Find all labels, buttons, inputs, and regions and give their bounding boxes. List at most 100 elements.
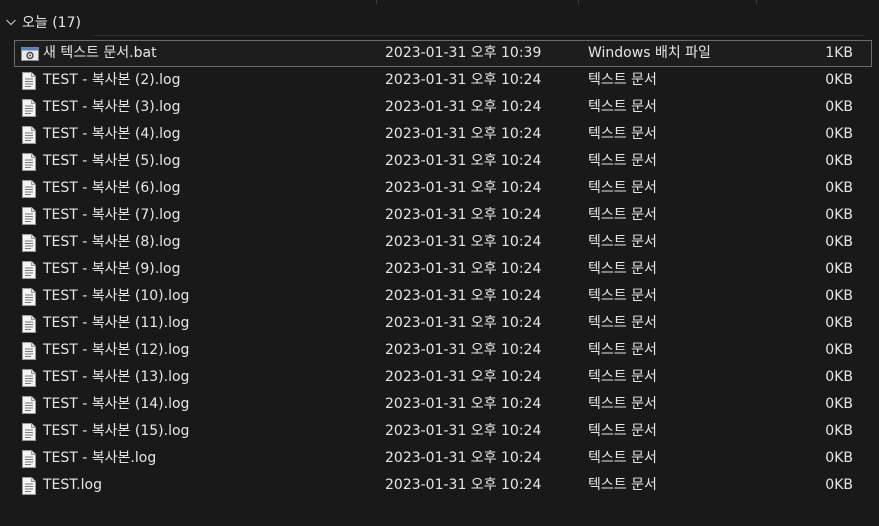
text-file-icon [21, 207, 37, 225]
file-type: 텍스트 문서 [588, 423, 657, 439]
file-name: TEST - 복사본 (7).log [43, 207, 181, 223]
file-size: 0KB [825, 396, 853, 412]
file-modified-date: 2023-01-31 오후 10:24 [385, 315, 542, 331]
file-size: 0KB [825, 477, 853, 493]
text-file-icon [21, 126, 37, 144]
file-type: Windows 배치 파일 [588, 45, 711, 61]
text-file-icon [21, 72, 37, 90]
file-modified-date: 2023-01-31 오후 10:24 [385, 72, 542, 88]
file-row[interactable]: TEST - 복사본 (7).log 2023-01-31 오후 10:24 텍스트… [14, 202, 872, 229]
file-size: 0KB [825, 234, 853, 250]
file-row[interactable]: TEST - 복사본 (3).log 2023-01-31 오후 10:24 텍스트… [14, 94, 872, 121]
group-title: 오늘 (17) [22, 15, 81, 31]
file-row[interactable]: 새 텍스트 문서.bat 2023-01-31 오후 10:39 Windows 배… [14, 40, 872, 67]
column-separator[interactable] [376, 0, 377, 4]
file-size: 0KB [825, 126, 853, 142]
file-type: 텍스트 문서 [588, 261, 657, 277]
text-file-icon [21, 423, 37, 441]
file-type: 텍스트 문서 [588, 207, 657, 223]
file-row[interactable]: TEST - 복사본 (12).log 2023-01-31 오후 10:24 텍스… [14, 337, 872, 364]
text-file-icon [21, 234, 37, 252]
file-name: TEST - 복사본 (8).log [43, 234, 181, 250]
file-name: TEST - 복사본 (9).log [43, 261, 181, 277]
file-modified-date: 2023-01-31 오후 10:24 [385, 207, 542, 223]
file-type: 텍스트 문서 [588, 72, 657, 88]
group-header-today[interactable]: 오늘 (17) [0, 12, 879, 36]
file-row[interactable]: TEST - 복사본 (15).log 2023-01-31 오후 10:24 텍스… [14, 418, 872, 445]
file-name: TEST - 복사본 (14).log [43, 396, 190, 412]
file-name: TEST - 복사본 (13).log [43, 369, 190, 385]
file-row[interactable]: TEST - 복사본 (13).log 2023-01-31 오후 10:24 텍스… [14, 364, 872, 391]
file-size: 1KB [825, 45, 853, 61]
file-modified-date: 2023-01-31 오후 10:24 [385, 369, 542, 385]
file-size: 0KB [825, 288, 853, 304]
file-type: 텍스트 문서 [588, 369, 657, 385]
file-name: TEST - 복사본 (10).log [43, 288, 190, 304]
file-row[interactable]: TEST - 복사본 (4).log 2023-01-31 오후 10:24 텍스트… [14, 121, 872, 148]
file-modified-date: 2023-01-31 오후 10:24 [385, 450, 542, 466]
file-row[interactable]: TEST - 복사본 (10).log 2023-01-31 오후 10:24 텍스… [14, 283, 872, 310]
text-file-icon [21, 288, 37, 306]
file-modified-date: 2023-01-31 오후 10:24 [385, 288, 542, 304]
file-type: 텍스트 문서 [588, 180, 657, 196]
file-row[interactable]: TEST - 복사본 (8).log 2023-01-31 오후 10:24 텍스트… [14, 229, 872, 256]
file-size: 0KB [825, 450, 853, 466]
column-separator[interactable] [578, 0, 579, 4]
file-size: 0KB [825, 342, 853, 358]
file-row[interactable]: TEST.log 2023-01-31 오후 10:24 텍스트 문서 0KB [14, 472, 872, 499]
file-size: 0KB [825, 153, 853, 169]
file-type: 텍스트 문서 [588, 315, 657, 331]
file-list: 새 텍스트 문서.bat 2023-01-31 오후 10:39 Windows 배… [14, 40, 872, 499]
file-type: 텍스트 문서 [588, 126, 657, 142]
file-name: TEST - 복사본 (12).log [43, 342, 190, 358]
file-row[interactable]: TEST - 복사본.log 2023-01-31 오후 10:24 텍스트 문서 0… [14, 445, 872, 472]
chevron-down-icon[interactable] [5, 16, 17, 28]
text-file-icon [21, 153, 37, 171]
file-modified-date: 2023-01-31 오후 10:24 [385, 396, 542, 412]
file-modified-date: 2023-01-31 오후 10:24 [385, 180, 542, 196]
file-name: TEST - 복사본 (3).log [43, 99, 181, 115]
file-type: 텍스트 문서 [588, 477, 657, 493]
file-row[interactable]: TEST - 복사본 (11).log 2023-01-31 오후 10:24 텍스… [14, 310, 872, 337]
file-type: 텍스트 문서 [588, 99, 657, 115]
file-type: 텍스트 문서 [588, 234, 657, 250]
file-size: 0KB [825, 180, 853, 196]
file-size: 0KB [825, 99, 853, 115]
file-size: 0KB [825, 207, 853, 223]
file-modified-date: 2023-01-31 오후 10:24 [385, 153, 542, 169]
text-file-icon [21, 450, 37, 468]
file-row[interactable]: TEST - 복사본 (6).log 2023-01-31 오후 10:24 텍스트… [14, 175, 872, 202]
file-modified-date: 2023-01-31 오후 10:39 [385, 45, 542, 61]
file-row[interactable]: TEST - 복사본 (5).log 2023-01-31 오후 10:24 텍스트… [14, 148, 872, 175]
file-modified-date: 2023-01-31 오후 10:24 [385, 99, 542, 115]
file-type: 텍스트 문서 [588, 288, 657, 304]
text-file-icon [21, 315, 37, 333]
column-separator[interactable] [756, 0, 757, 4]
text-file-icon [21, 342, 37, 360]
file-name: TEST - 복사본 (5).log [43, 153, 181, 169]
file-modified-date: 2023-01-31 오후 10:24 [385, 234, 542, 250]
text-file-icon [21, 396, 37, 414]
text-file-icon [21, 99, 37, 117]
file-row[interactable]: TEST - 복사본 (14).log 2023-01-31 오후 10:24 텍스… [14, 391, 872, 418]
file-name: TEST - 복사본 (15).log [43, 423, 190, 439]
file-name: TEST - 복사본 (2).log [43, 72, 181, 88]
file-name: TEST - 복사본 (11).log [43, 315, 190, 331]
file-type: 텍스트 문서 [588, 450, 657, 466]
file-name: TEST - 복사본 (6).log [43, 180, 181, 196]
file-modified-date: 2023-01-31 오후 10:24 [385, 342, 542, 358]
file-name: 새 텍스트 문서.bat [43, 45, 157, 61]
text-file-icon [21, 180, 37, 198]
file-type: 텍스트 문서 [588, 396, 657, 412]
file-name: TEST.log [43, 477, 102, 493]
file-explorer-details-view: 오늘 (17) 새 텍스트 문서.bat 2023-01-31 오후 10:39 W… [0, 0, 879, 526]
group-divider [92, 35, 865, 36]
file-size: 0KB [825, 261, 853, 277]
text-file-icon [21, 369, 37, 387]
file-row[interactable]: TEST - 복사본 (9).log 2023-01-31 오후 10:24 텍스트… [14, 256, 872, 283]
file-row[interactable]: TEST - 복사본 (2).log 2023-01-31 오후 10:24 텍스트… [14, 67, 872, 94]
file-size: 0KB [825, 369, 853, 385]
file-name: TEST - 복사본.log [43, 450, 157, 466]
file-name: TEST - 복사본 (4).log [43, 126, 181, 142]
text-file-icon [21, 477, 37, 495]
